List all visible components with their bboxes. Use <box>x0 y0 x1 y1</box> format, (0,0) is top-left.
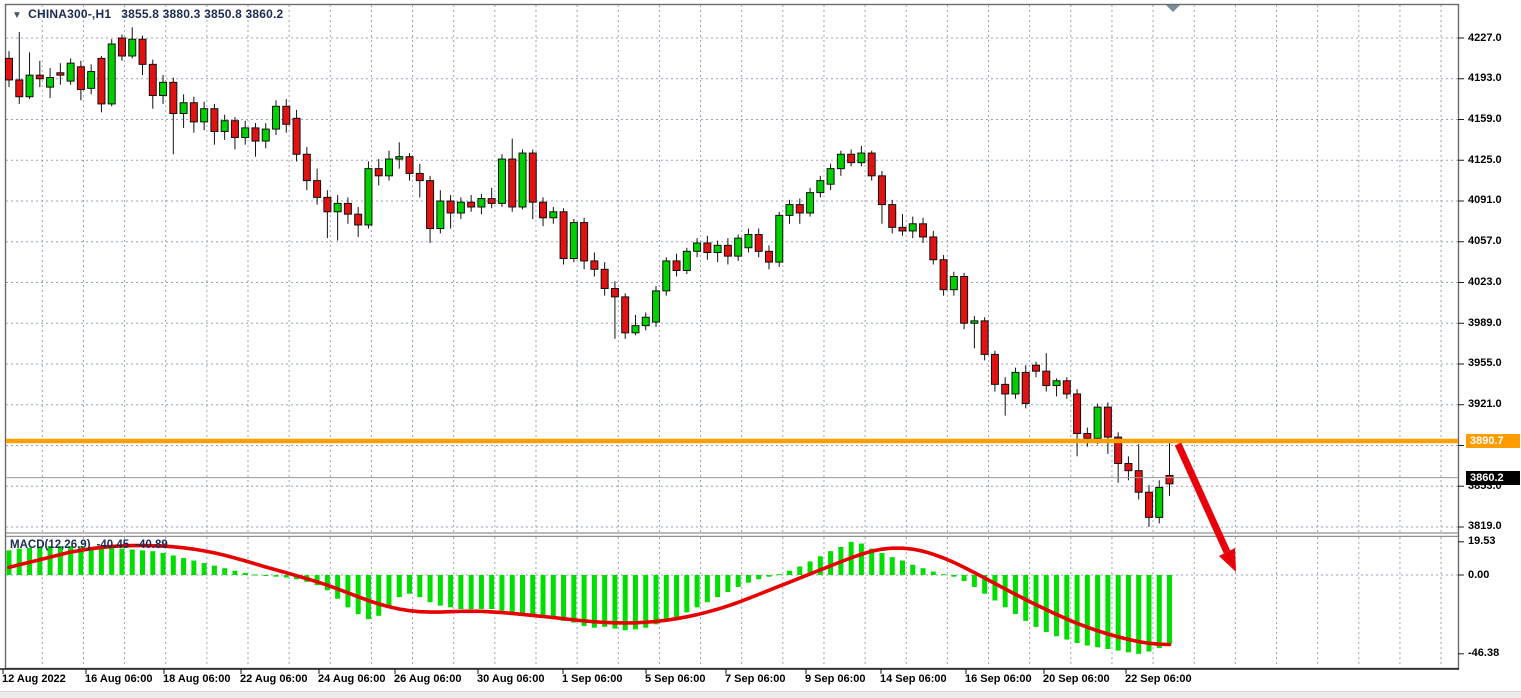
time-axis-label: 22 Aug 06:00 <box>240 673 307 685</box>
time-axis-label: 20 Sep 06:00 <box>1043 673 1110 685</box>
time-axis-label: 26 Aug 06:00 <box>394 673 461 685</box>
macd-signal-value: -40.89 <box>135 539 168 551</box>
macd-axis-label: 0.00 <box>1468 569 1520 582</box>
price-axis-label: 3921.0 <box>1468 398 1520 411</box>
price-axis-label: 4057.0 <box>1468 235 1520 248</box>
time-axis-label: 5 Sep 06:00 <box>645 673 706 685</box>
time-axis-label: 9 Sep 06:00 <box>805 673 866 685</box>
time-axis-label: 16 Sep 06:00 <box>965 673 1032 685</box>
time-axis-label: 12 Aug 2022 <box>2 673 66 685</box>
time-axis-label: 1 Sep 06:00 <box>562 673 623 685</box>
time-axis-label: 14 Sep 06:00 <box>880 673 947 685</box>
price-axis-label: 4193.0 <box>1468 72 1520 85</box>
price-axis-label: 4023.0 <box>1468 276 1520 289</box>
symbol-period-label: CHINA300-,H1 <box>28 7 111 21</box>
macd-axis-label: -46.38 <box>1468 647 1520 660</box>
price-axis-label: 3989.0 <box>1468 317 1520 330</box>
chart-canvas[interactable] <box>0 0 1521 698</box>
time-axis-label: 18 Aug 06:00 <box>163 673 230 685</box>
macd-main-value: -40.45 <box>97 539 130 551</box>
hline-price-badge[interactable]: 3890.7 <box>1466 434 1520 448</box>
chart-title: ▼ CHINA300-,H1 3855.8 3880.3 3850.8 3860.2 <box>12 7 283 21</box>
time-axis-label: 22 Sep 06:00 <box>1125 673 1192 685</box>
time-axis-label: 30 Aug 06:00 <box>477 673 544 685</box>
chart-window: ▼ CHINA300-,H1 3855.8 3880.3 3850.8 3860.2… <box>0 0 1521 698</box>
time-axis-label: 7 Sep 06:00 <box>725 673 786 685</box>
ohlc-values: 3855.8 3880.3 3850.8 3860.2 <box>121 7 283 21</box>
macd-name: MACD(12,26,9) <box>10 539 91 551</box>
price-axis-label: 3819.0 <box>1468 520 1520 533</box>
time-axis-label: 16 Aug 06:00 <box>85 673 152 685</box>
symbol-dropdown-icon[interactable]: ▼ <box>12 10 22 21</box>
price-axis-label: 4159.0 <box>1468 113 1520 126</box>
window-bottom-strip <box>0 691 1521 698</box>
current-price-badge: 3860.2 <box>1466 471 1520 485</box>
price-axis-label: 4091.0 <box>1468 194 1520 207</box>
macd-indicator-label: MACD(12,26,9) -40.45 -40.89 <box>10 539 174 551</box>
price-axis-label: 4227.0 <box>1468 32 1520 45</box>
time-axis-label: 24 Aug 06:00 <box>318 673 385 685</box>
macd-axis-label: 19.53 <box>1468 535 1520 548</box>
price-axis-label: 4125.0 <box>1468 154 1520 167</box>
price-axis-label: 3955.0 <box>1468 357 1520 370</box>
